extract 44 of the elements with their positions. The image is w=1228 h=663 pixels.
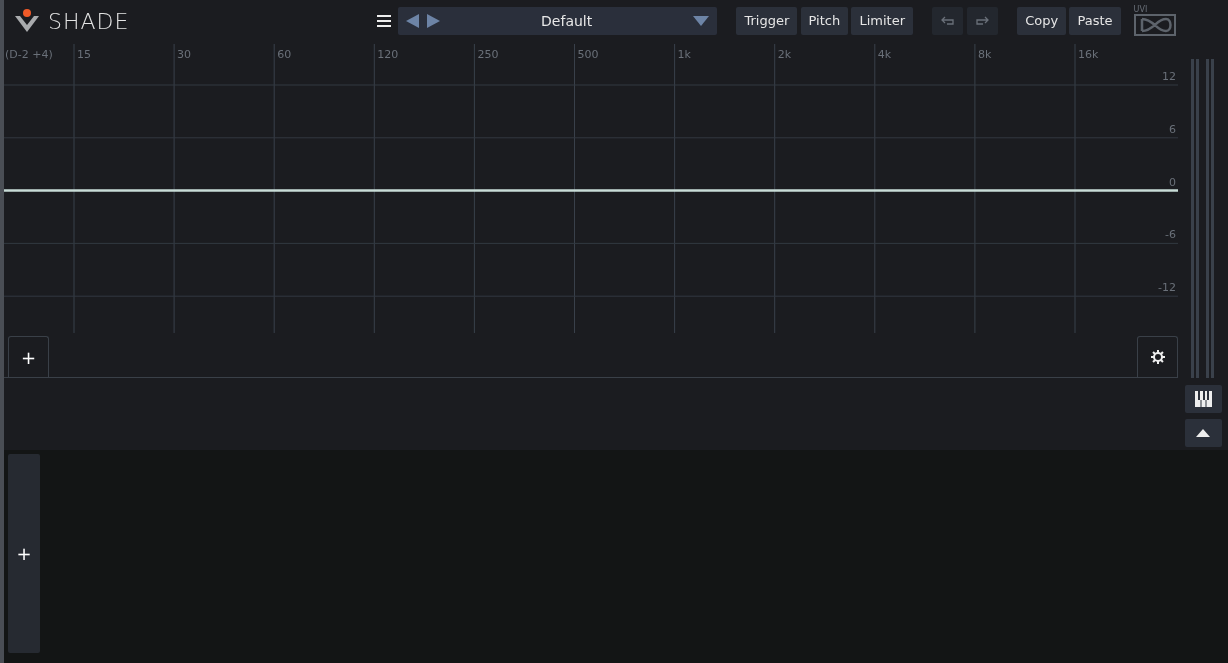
redo-icon [975, 16, 990, 26]
frequency-label: 250 [477, 48, 499, 61]
clipboard-button[interactable]: Copy [1017, 7, 1067, 35]
gain-label: -12 [1158, 281, 1176, 295]
next-icon[interactable] [426, 14, 441, 28]
preset-name: Default [540, 11, 594, 31]
frequency-label: 2k [777, 48, 792, 61]
brand-logo-icon [1133, 14, 1176, 36]
settings-icon [1150, 350, 1165, 364]
menu-icon[interactable] [377, 15, 392, 27]
frequency-label: 60 [277, 48, 292, 61]
previous-icon[interactable] [405, 14, 420, 28]
mode-button[interactable]: Limiter [851, 7, 913, 35]
frequency-label: 500 [577, 48, 599, 61]
preset-selector[interactable]: Default [397, 7, 717, 35]
frequency-label: 15 [77, 48, 91, 61]
frequency-label: 16k [1078, 48, 1099, 61]
undo-button[interactable] [932, 7, 964, 35]
clipboard-button[interactable]: Paste [1069, 7, 1121, 35]
add-band-button[interactable]: + [8, 336, 49, 377]
gain-label: 6 [1169, 122, 1176, 136]
frequency-label: 1k [677, 48, 691, 61]
add-module-button[interactable]: + [8, 454, 40, 653]
gain-label: 0 [1169, 175, 1176, 189]
gain-label: 12 [1162, 70, 1176, 83]
piano-keys-icon [1194, 390, 1212, 407]
dropdown-icon[interactable] [692, 16, 709, 26]
frequency-label: 30 [177, 48, 192, 61]
frequency-label: 8k [977, 48, 992, 61]
redo-button[interactable] [966, 7, 998, 35]
mode-button[interactable]: Pitch [800, 7, 849, 35]
keyboard-button[interactable] [1184, 384, 1222, 413]
undo-icon [941, 16, 955, 26]
mode-button[interactable]: Trigger [736, 7, 798, 35]
up-triangle-icon [1196, 429, 1210, 437]
gain-label: -6 [1165, 228, 1176, 242]
frequency-label: 120 [377, 48, 399, 61]
settings-button[interactable] [1137, 336, 1178, 377]
logo-icon [14, 8, 40, 34]
app-title: SHADE [48, 7, 130, 36]
note-label: (D-2 +4) [5, 48, 53, 61]
brand-label: UVI [1133, 6, 1149, 14]
collapse-button[interactable] [1184, 419, 1222, 447]
frequency-label: 4k [877, 48, 892, 61]
